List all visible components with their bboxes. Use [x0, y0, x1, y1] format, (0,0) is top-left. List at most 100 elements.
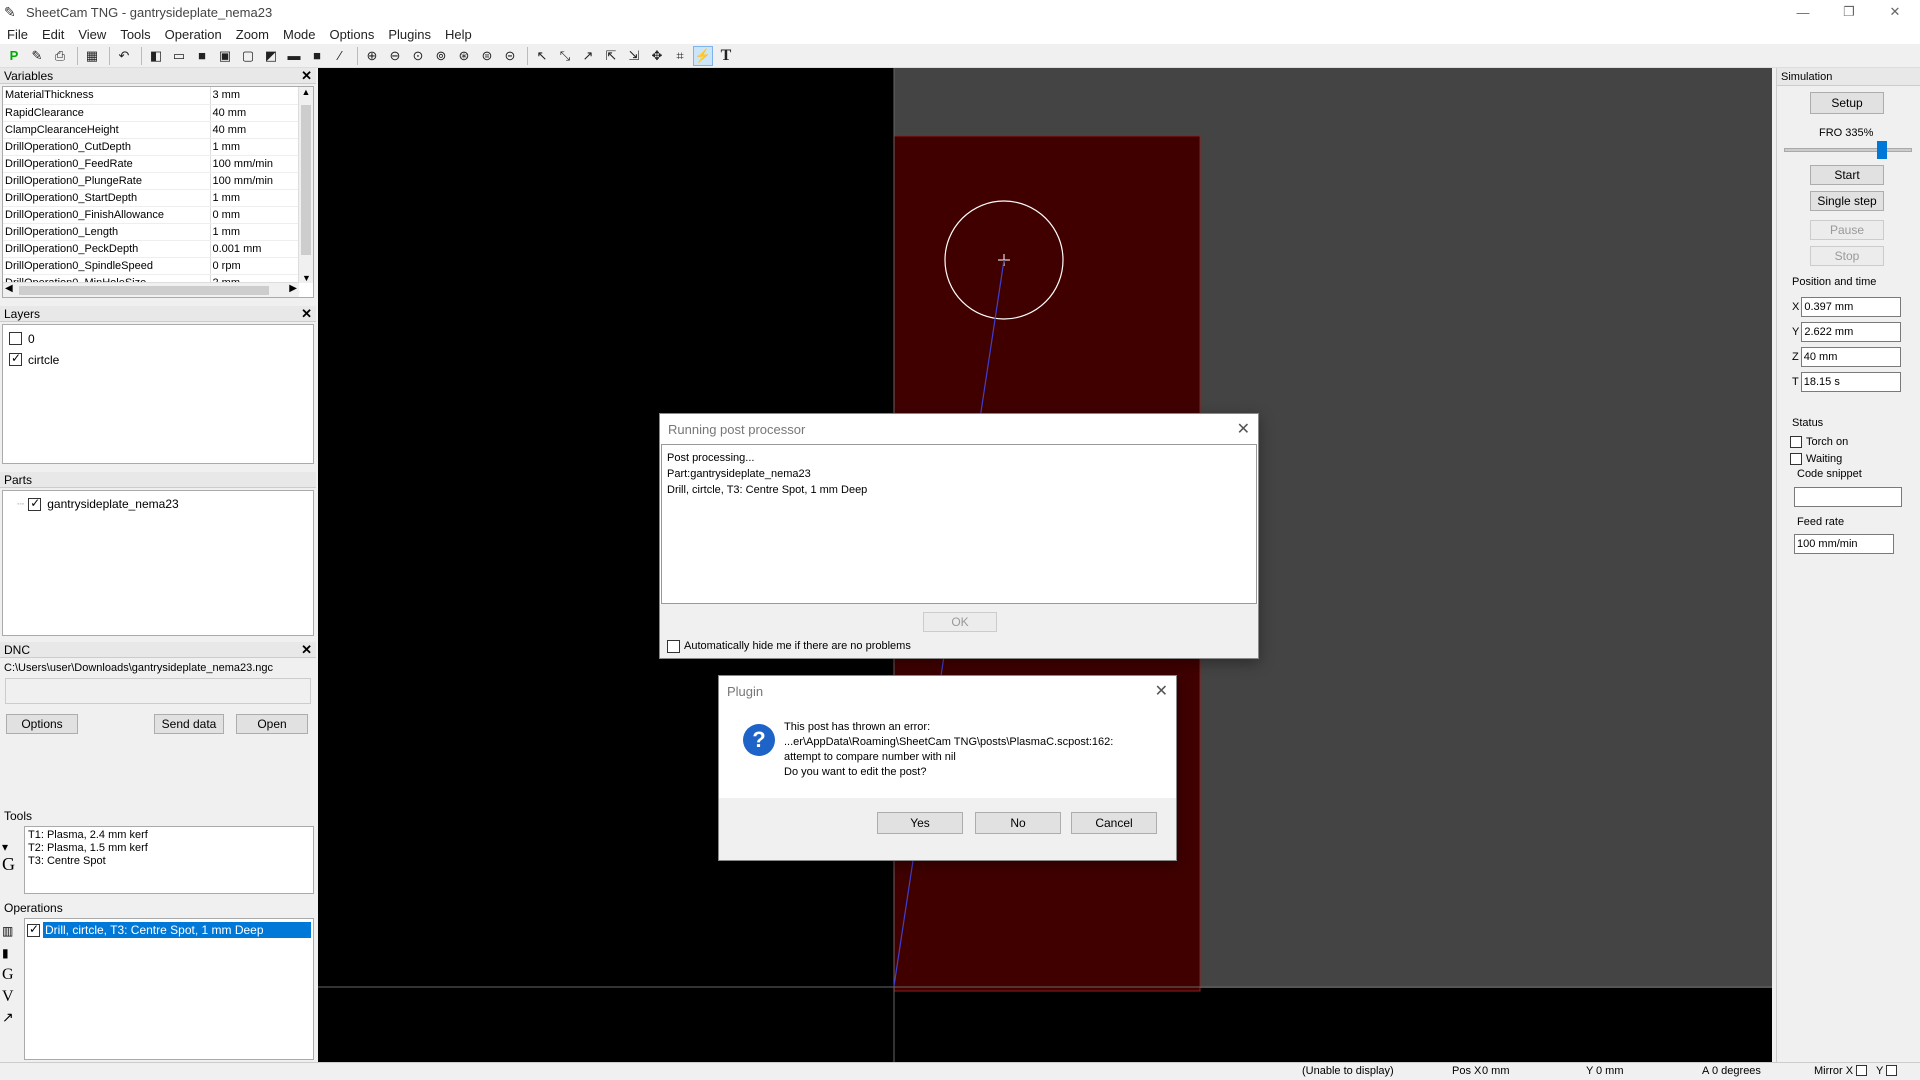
- variable-row[interactable]: DrillOperation0_FeedRate 100 mm/min: [3, 155, 300, 173]
- variable-value[interactable]: 40 mm: [209, 104, 300, 122]
- view-sheet-icon[interactable]: ▬: [284, 46, 304, 66]
- zoom-window-icon[interactable]: ⊚: [431, 46, 451, 66]
- select-chain-icon[interactable]: ⇲: [624, 46, 644, 66]
- variable-row[interactable]: DrillOperation0_PlungeRate 100 mm/min: [3, 172, 300, 190]
- menu-file[interactable]: File: [0, 27, 35, 42]
- select-add-icon[interactable]: ⤡: [555, 46, 575, 66]
- grid-icon[interactable]: ▦: [82, 46, 102, 66]
- view-gray-icon[interactable]: ■: [307, 46, 327, 66]
- single-step-button[interactable]: Single step: [1810, 191, 1884, 211]
- variable-value[interactable]: 100 mm/min: [209, 155, 300, 173]
- variable-row[interactable]: MaterialThickness 3 mm: [3, 87, 300, 105]
- layer-item[interactable]: cirtcle: [9, 349, 307, 370]
- scroll-left-icon[interactable]: ◀: [5, 283, 13, 294]
- variable-row[interactable]: DrillOperation0_Length 1 mm: [3, 223, 300, 241]
- hscroll-thumb[interactable]: [19, 286, 269, 295]
- fro-slider[interactable]: [1784, 141, 1912, 159]
- variable-value[interactable]: 0 mm: [209, 206, 300, 224]
- operation-item[interactable]: Drill, cirtcle, T3: Centre Spot, 1 mm De…: [27, 921, 311, 939]
- y-position-field[interactable]: [1801, 322, 1902, 342]
- zoom-fit-icon[interactable]: ⊙: [408, 46, 428, 66]
- undo-icon[interactable]: ↶: [114, 46, 134, 66]
- edit-post-icon[interactable]: ✎: [27, 46, 47, 66]
- view-outline-icon[interactable]: ▢: [238, 46, 258, 66]
- scroll-thumb[interactable]: [301, 105, 311, 255]
- pause-button[interactable]: Pause: [1810, 220, 1884, 240]
- setup-button[interactable]: Setup: [1810, 92, 1884, 114]
- variable-value[interactable]: 0.001 mm: [209, 240, 300, 258]
- menu-mode[interactable]: Mode: [276, 27, 323, 42]
- tool-item[interactable]: T1: Plasma, 2.4 mm kerf: [28, 829, 310, 842]
- variable-value[interactable]: 3 mm: [209, 87, 300, 105]
- scroll-down-icon[interactable]: ▼: [299, 273, 313, 283]
- variable-value[interactable]: 1 mm: [209, 138, 300, 156]
- view-shaded-icon[interactable]: ■: [192, 46, 212, 66]
- zoom-part-icon[interactable]: ⊛: [454, 46, 474, 66]
- variables-vscrollbar[interactable]: ▲ ▼: [298, 87, 313, 283]
- menu-zoom[interactable]: Zoom: [229, 27, 276, 42]
- variable-value[interactable]: 40 mm: [209, 121, 300, 139]
- part-checkbox[interactable]: [28, 496, 42, 511]
- menu-view[interactable]: View: [71, 27, 113, 42]
- dnc-options-button[interactable]: Options: [6, 714, 78, 734]
- layer-item[interactable]: 0: [9, 328, 307, 349]
- menu-tools[interactable]: Tools: [113, 27, 157, 42]
- crop-icon[interactable]: ⌗: [670, 46, 690, 66]
- view-path-icon[interactable]: ◩: [261, 46, 281, 66]
- stop-button[interactable]: Stop: [1810, 246, 1884, 266]
- layer-checkbox[interactable]: [9, 332, 22, 345]
- menu-help[interactable]: Help: [438, 27, 479, 42]
- zoom-all-icon[interactable]: ⊝: [500, 46, 520, 66]
- close-layers-icon[interactable]: ✕: [301, 306, 312, 322]
- variable-row[interactable]: ClampClearanceHeight 40 mm: [3, 121, 300, 139]
- menu-plugins[interactable]: Plugins: [381, 27, 438, 42]
- variable-row[interactable]: DrillOperation0_CutDepth 1 mm: [3, 138, 300, 156]
- lightning-icon[interactable]: ⚡: [693, 45, 713, 66]
- tool-item[interactable]: T2: Plasma, 1.5 mm kerf: [28, 842, 310, 855]
- variable-row[interactable]: RapidClearance 40 mm: [3, 104, 300, 122]
- gcode-op-icon[interactable]: G: [2, 964, 24, 986]
- restore-icon[interactable]: ❐: [1826, 0, 1872, 24]
- variable-row[interactable]: DrillOperation0_FinishAllowance 0 mm: [3, 206, 300, 224]
- vcarve-op-icon[interactable]: V: [2, 986, 24, 1008]
- close-dnc-icon[interactable]: ✕: [301, 642, 312, 658]
- operation-checkbox[interactable]: [27, 922, 40, 937]
- start-button[interactable]: Start: [1810, 165, 1884, 185]
- time-field[interactable]: [1800, 372, 1901, 392]
- text-icon[interactable]: T: [716, 46, 736, 66]
- scroll-right-icon[interactable]: ▶: [289, 283, 297, 294]
- view-3d-icon[interactable]: ▣: [215, 46, 235, 66]
- layer-checkbox[interactable]: [9, 351, 22, 366]
- open-button[interactable]: Open: [236, 714, 308, 734]
- menu-operation[interactable]: Operation: [158, 27, 229, 42]
- variable-value[interactable]: 100 mm/min: [209, 172, 300, 190]
- measure-icon[interactable]: ⁄: [330, 46, 350, 66]
- view-mode-icon[interactable]: ◧: [146, 46, 166, 66]
- zoom-out-icon[interactable]: ⊖: [385, 46, 405, 66]
- select-node-icon[interactable]: ↗: [578, 46, 598, 66]
- plasma-torch-icon[interactable]: ▾: [2, 840, 24, 854]
- fro-slider-thumb[interactable]: [1877, 141, 1888, 159]
- variable-value[interactable]: 1 mm: [209, 223, 300, 241]
- drill-op-icon[interactable]: ▥: [2, 920, 24, 942]
- path-op-icon[interactable]: ↗: [2, 1008, 24, 1030]
- close-post-dialog-icon[interactable]: ✕: [1237, 419, 1250, 439]
- close-plugin-dialog-icon[interactable]: ✕: [1155, 681, 1168, 701]
- z-position-field[interactable]: [1800, 347, 1901, 367]
- variables-hscrollbar[interactable]: ◀ ▶: [3, 282, 299, 297]
- close-variables-icon[interactable]: ✕: [301, 68, 312, 84]
- tool-item[interactable]: T3: Centre Spot: [28, 855, 310, 868]
- variable-value[interactable]: 1 mm: [209, 189, 300, 207]
- ok-button[interactable]: OK: [923, 612, 997, 632]
- zoom-in-icon[interactable]: ⊕: [362, 46, 382, 66]
- menu-options[interactable]: Options: [323, 27, 382, 42]
- variable-value[interactable]: 0 rpm: [209, 257, 300, 275]
- no-button[interactable]: No: [975, 812, 1061, 834]
- zoom-sheet-icon[interactable]: ⊜: [477, 46, 497, 66]
- move-icon[interactable]: ✥: [647, 46, 667, 66]
- mirror-y-checkbox[interactable]: [1886, 1065, 1897, 1076]
- variable-row[interactable]: DrillOperation0_SpindleSpeed 0 rpm: [3, 257, 300, 275]
- view-flat-icon[interactable]: ▭: [169, 46, 189, 66]
- post-process-icon[interactable]: P: [4, 46, 24, 66]
- close-window-icon[interactable]: ✕: [1872, 0, 1918, 24]
